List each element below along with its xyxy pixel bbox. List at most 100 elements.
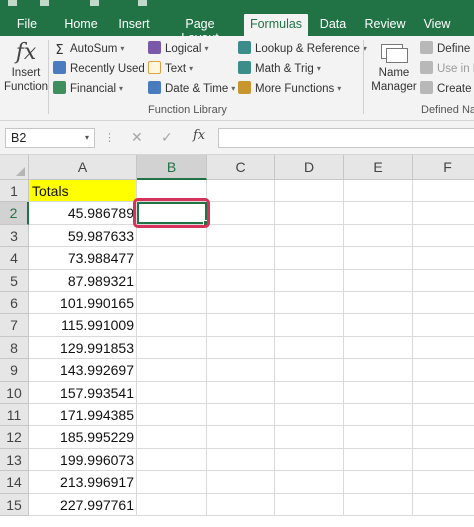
cell-d8[interactable]: [275, 337, 344, 359]
undo-icon[interactable]: [40, 0, 49, 6]
tab-file[interactable]: File: [12, 14, 42, 36]
cell-f15[interactable]: [413, 494, 474, 516]
cell-e10[interactable]: [344, 382, 413, 404]
math-trig-button[interactable]: Math & Trig ▾: [238, 60, 321, 78]
cell-e11[interactable]: [344, 404, 413, 426]
cancel-icon[interactable]: ✕: [131, 129, 143, 146]
cell-d1[interactable]: [275, 180, 344, 202]
cell-d6[interactable]: [275, 292, 344, 314]
cell-a7[interactable]: 115.991009: [29, 314, 137, 337]
cell-d5[interactable]: [275, 270, 344, 292]
cell-a6[interactable]: 101.990165: [29, 292, 137, 314]
save-icon[interactable]: [8, 0, 17, 6]
more-functions-button[interactable]: More Functions ▾: [238, 80, 341, 98]
cell-c8[interactable]: [207, 337, 275, 359]
cell-e9[interactable]: [344, 359, 413, 382]
column-header-b[interactable]: B: [137, 155, 207, 180]
cell-b14[interactable]: [137, 471, 207, 494]
cell-b15[interactable]: [137, 494, 207, 516]
cell-c5[interactable]: [207, 270, 275, 292]
row-header-1[interactable]: 1: [0, 180, 29, 202]
cell-b7[interactable]: [137, 314, 207, 337]
cell-b2[interactable]: [137, 202, 207, 225]
cell-d7[interactable]: [275, 314, 344, 337]
cell-b8[interactable]: [137, 337, 207, 359]
cell-f10[interactable]: [413, 382, 474, 404]
cell-f5[interactable]: [413, 270, 474, 292]
cell-a9[interactable]: 143.992697: [29, 359, 137, 382]
row-header-15[interactable]: 15: [0, 494, 29, 516]
cell-e5[interactable]: [344, 270, 413, 292]
cell-d4[interactable]: [275, 247, 344, 270]
cell-a14[interactable]: 213.996917: [29, 471, 137, 494]
cell-a13[interactable]: 199.996073: [29, 449, 137, 471]
cell-e4[interactable]: [344, 247, 413, 270]
use-in-formula-button[interactable]: Use in Fo: [420, 60, 474, 78]
column-header-c[interactable]: C: [207, 155, 275, 180]
cell-d9[interactable]: [275, 359, 344, 382]
cell-c13[interactable]: [207, 449, 275, 471]
cell-f14[interactable]: [413, 471, 474, 494]
cell-a12[interactable]: 185.995229: [29, 426, 137, 449]
formula-bar-resize-handle[interactable]: ⋮: [104, 131, 115, 144]
row-header-2[interactable]: 2: [0, 202, 29, 225]
cell-f11[interactable]: [413, 404, 474, 426]
tab-review[interactable]: Review: [362, 14, 408, 36]
cell-b4[interactable]: [137, 247, 207, 270]
cell-d15[interactable]: [275, 494, 344, 516]
cell-d3[interactable]: [275, 225, 344, 247]
cell-a5[interactable]: 87.989321: [29, 270, 137, 292]
cell-b12[interactable]: [137, 426, 207, 449]
cell-b10[interactable]: [137, 382, 207, 404]
cell-b11[interactable]: [137, 404, 207, 426]
row-header-4[interactable]: 4: [0, 247, 29, 270]
cell-c4[interactable]: [207, 247, 275, 270]
cell-f9[interactable]: [413, 359, 474, 382]
cell-f3[interactable]: [413, 225, 474, 247]
cell-c7[interactable]: [207, 314, 275, 337]
cell-e3[interactable]: [344, 225, 413, 247]
row-header-5[interactable]: 5: [0, 270, 29, 292]
cell-b5[interactable]: [137, 270, 207, 292]
cell-a11[interactable]: 171.994385: [29, 404, 137, 426]
cell-f2[interactable]: [413, 202, 474, 225]
row-header-12[interactable]: 12: [0, 426, 29, 449]
autosum-button[interactable]: Σ AutoSum ▾: [53, 40, 124, 58]
name-manager-button[interactable]: Name Manager: [370, 42, 418, 94]
define-name-button[interactable]: Define N: [420, 40, 474, 58]
date-time-button[interactable]: Date & Time ▾: [148, 80, 235, 98]
cell-d10[interactable]: [275, 382, 344, 404]
tab-page-layout[interactable]: Page Layout: [165, 14, 235, 45]
cell-b6[interactable]: [137, 292, 207, 314]
cell-d11[interactable]: [275, 404, 344, 426]
logical-button[interactable]: Logical ▾: [148, 40, 208, 58]
cell-e15[interactable]: [344, 494, 413, 516]
row-header-9[interactable]: 9: [0, 359, 29, 382]
text-button[interactable]: Text ▾: [148, 60, 193, 78]
select-all-button[interactable]: [0, 155, 29, 180]
cell-a3[interactable]: 59.987633: [29, 225, 137, 247]
cell-e6[interactable]: [344, 292, 413, 314]
cell-a1[interactable]: Totals: [29, 180, 137, 202]
cell-c9[interactable]: [207, 359, 275, 382]
row-header-11[interactable]: 11: [0, 404, 29, 426]
redo-icon[interactable]: [90, 0, 99, 6]
row-header-14[interactable]: 14: [0, 471, 29, 494]
cell-a15[interactable]: 227.997761: [29, 494, 137, 516]
cell-a4[interactable]: 73.988477: [29, 247, 137, 270]
cell-c6[interactable]: [207, 292, 275, 314]
cell-f13[interactable]: [413, 449, 474, 471]
cell-b9[interactable]: [137, 359, 207, 382]
tab-formulas[interactable]: Formulas: [244, 14, 308, 36]
enter-icon[interactable]: ✓: [161, 129, 173, 146]
name-box[interactable]: B2 ▾: [5, 128, 95, 148]
cell-d12[interactable]: [275, 426, 344, 449]
cell-d13[interactable]: [275, 449, 344, 471]
cell-e7[interactable]: [344, 314, 413, 337]
row-header-7[interactable]: 7: [0, 314, 29, 337]
row-header-3[interactable]: 3: [0, 225, 29, 247]
column-header-f[interactable]: F: [413, 155, 474, 180]
column-header-e[interactable]: E: [344, 155, 413, 180]
cell-f1[interactable]: [413, 180, 474, 202]
chevron-down-icon[interactable]: ▾: [85, 129, 89, 147]
